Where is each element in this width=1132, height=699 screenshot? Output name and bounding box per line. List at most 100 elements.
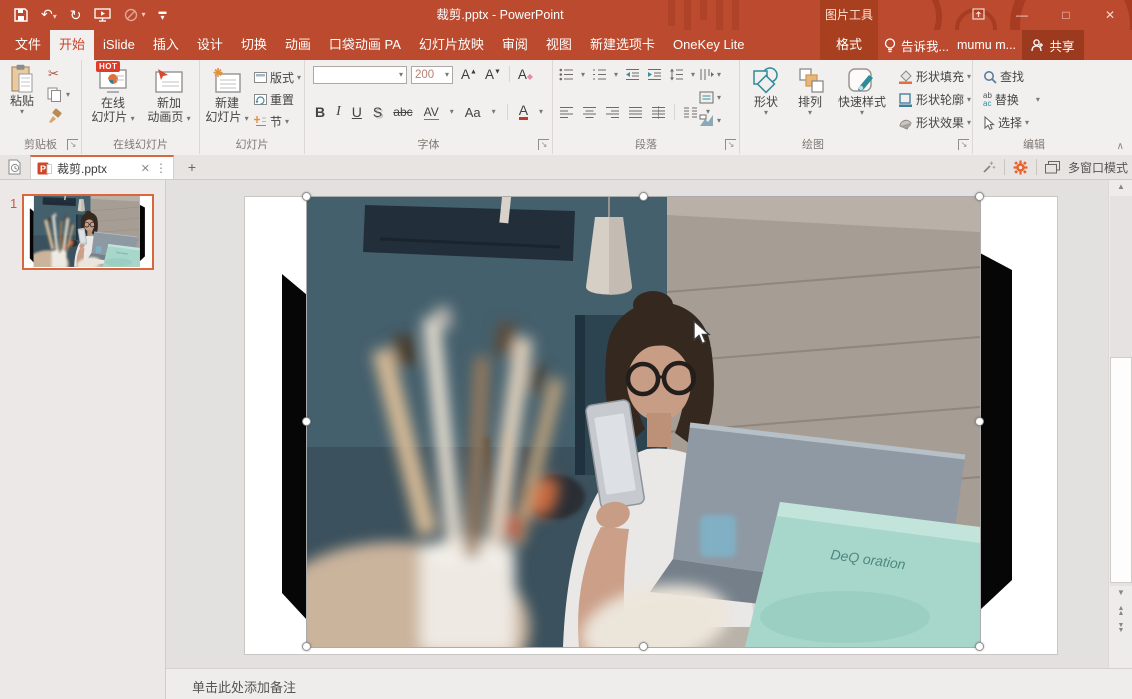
increase-indent-button[interactable] <box>647 68 662 81</box>
drawing-dialog-launcher[interactable]: ↘ <box>958 139 969 150</box>
ribbon-display-options-button[interactable] <box>956 7 1000 23</box>
scroll-up-button[interactable]: ▲ <box>1110 182 1132 191</box>
decrease-indent-button[interactable] <box>625 68 640 81</box>
scrollbar-thumb[interactable] <box>1110 357 1132 583</box>
tab-islide[interactable]: iSlide <box>94 30 144 60</box>
new-animation-page-button[interactable]: 新加 动画页 ▾ <box>144 64 194 124</box>
previous-slide-button[interactable]: ▲ ▲ <box>1110 605 1132 617</box>
new-document-tab-button[interactable]: + <box>182 158 202 177</box>
tab-design[interactable]: 设计 <box>188 30 232 60</box>
font-color-button[interactable]: A <box>518 103 529 120</box>
tab-review[interactable]: 审阅 <box>493 30 537 60</box>
resize-handle-bottom-right[interactable] <box>975 642 984 651</box>
format-painter-button[interactable] <box>47 108 62 124</box>
resize-handle-bottom-middle[interactable] <box>639 642 648 651</box>
align-left-button[interactable] <box>559 106 574 119</box>
shapes-button[interactable]: 形状 ▾ <box>745 64 787 117</box>
cut-button[interactable]: ✂ <box>48 66 59 82</box>
text-shadow-button[interactable]: S <box>373 104 382 120</box>
tab-onekey[interactable]: OneKey Lite <box>664 30 754 60</box>
resize-handle-top-right[interactable] <box>975 192 984 201</box>
share-button[interactable]: 共享 <box>1022 30 1084 60</box>
copy-caret[interactable]: ▾ <box>66 91 70 99</box>
underline-button[interactable]: U <box>352 104 362 120</box>
notes-pane[interactable]: 单击此处添加备注 <box>166 668 1132 699</box>
line-spacing-button[interactable] <box>669 68 684 81</box>
clear-formatting-button[interactable]: A◆ <box>518 67 533 82</box>
resize-handle-middle-left[interactable] <box>302 417 311 426</box>
distribute-button[interactable] <box>651 105 666 119</box>
close-button[interactable]: ✕ <box>1088 8 1132 22</box>
tab-home[interactable]: 开始 <box>50 30 95 60</box>
paragraph-dialog-launcher[interactable]: ↘ <box>725 139 736 150</box>
slide-thumbnail[interactable] <box>22 194 154 270</box>
font-name-combobox[interactable]: ▾ <box>313 66 407 84</box>
tab-newtab[interactable]: 新建选项卡 <box>581 30 664 60</box>
increase-font-button[interactable]: A▲ <box>461 67 477 82</box>
magic-wand-icon[interactable] <box>981 160 996 175</box>
tab-view[interactable]: 视图 <box>537 30 581 60</box>
change-case-button[interactable]: Aa <box>465 105 481 120</box>
font-dialog-launcher[interactable]: ↘ <box>538 139 549 150</box>
resize-handle-bottom-left[interactable] <box>302 642 311 651</box>
tab-more-icon[interactable]: ⋮ <box>155 161 167 175</box>
next-slide-button[interactable]: ▼ ▼ <box>1110 622 1132 634</box>
resize-handle-top-middle[interactable] <box>639 192 648 201</box>
tab-pocket-animation[interactable]: 口袋动画 PA <box>320 30 410 60</box>
decrease-font-button[interactable]: A▼ <box>485 67 501 82</box>
tell-me-box[interactable]: 告诉我... <box>884 30 949 60</box>
collapse-ribbon-button[interactable]: ∧ <box>1117 141 1124 152</box>
columns-button[interactable] <box>683 106 698 119</box>
document-tab[interactable]: P 裁剪.pptx ✕ ⋮ <box>30 155 174 179</box>
reset-button[interactable]: 重置 <box>254 91 294 108</box>
tab-slideshow[interactable]: 幻灯片放映 <box>410 30 493 60</box>
bullets-button[interactable] <box>559 68 574 81</box>
paste-button[interactable]: 粘贴 ▾ <box>4 64 40 116</box>
find-button[interactable]: 查找 <box>983 68 1024 85</box>
gear-icon[interactable] <box>1013 160 1028 175</box>
close-tab-icon[interactable]: ✕ <box>141 162 150 175</box>
replace-button[interactable]: ab ac 替换 ▾ <box>983 91 1040 108</box>
tab-animations[interactable]: 动画 <box>276 30 320 60</box>
shape-fill-button[interactable]: 形状填充 ▾ <box>898 68 971 85</box>
new-slide-button[interactable]: 新建 幻灯片 ▾ <box>204 64 250 124</box>
tab-format[interactable]: 格式 <box>820 30 878 60</box>
italic-button[interactable]: I <box>336 104 341 120</box>
bold-button[interactable]: B <box>315 104 325 120</box>
online-slides-button[interactable]: HOT 在线 幻灯片 ▾ <box>88 61 138 124</box>
shape-effects-button[interactable]: 形状效果 ▾ <box>898 114 971 131</box>
resize-handle-middle-right[interactable] <box>975 417 984 426</box>
tab-insert[interactable]: 插入 <box>144 30 188 60</box>
tab-transitions[interactable]: 切换 <box>232 30 276 60</box>
scroll-down-button[interactable]: ▼ <box>1110 588 1132 597</box>
tab-file[interactable]: 文件 <box>6 30 50 60</box>
align-center-button[interactable] <box>582 106 597 119</box>
notes-placeholder[interactable]: 单击此处添加备注 <box>166 669 1132 696</box>
slide-editor-canvas[interactable] <box>166 180 1108 668</box>
maximize-button[interactable]: □ <box>1044 8 1088 22</box>
justify-button[interactable] <box>628 106 643 119</box>
shape-outline-button[interactable]: 形状轮廓 ▾ <box>898 91 971 108</box>
copy-button[interactable] <box>47 87 62 102</box>
clipboard-dialog-launcher[interactable]: ↘ <box>67 139 78 150</box>
numbering-button[interactable] <box>592 68 607 81</box>
user-name[interactable]: mumu m... <box>957 30 1016 60</box>
align-text-button[interactable]: ▾ <box>699 91 721 104</box>
resize-handle-top-left[interactable] <box>302 192 311 201</box>
layout-button[interactable]: 版式 ▾ <box>254 69 301 86</box>
history-icon[interactable] <box>7 159 23 175</box>
multi-window-mode-button[interactable]: 多窗口模式 <box>1068 159 1128 176</box>
quick-styles-button[interactable]: 快速样式 ▾ <box>833 64 891 117</box>
select-button[interactable]: 选择 ▾ <box>983 114 1029 131</box>
strikethrough-button[interactable]: abc <box>393 105 412 119</box>
minimize-button[interactable]: — <box>1000 8 1044 22</box>
align-right-button[interactable] <box>605 106 620 119</box>
text-direction-button[interactable]: ▾ <box>699 68 721 81</box>
smartart-button[interactable]: ▾ <box>699 114 721 127</box>
arrange-button[interactable]: 排列 ▾ <box>789 64 831 117</box>
selected-picture[interactable] <box>307 197 980 647</box>
font-size-combobox[interactable]: 200 ▾ <box>411 66 453 84</box>
char-spacing-button[interactable]: AV <box>423 105 439 120</box>
section-button[interactable]: 节 ▾ <box>254 113 289 130</box>
slide[interactable] <box>245 192 1057 654</box>
